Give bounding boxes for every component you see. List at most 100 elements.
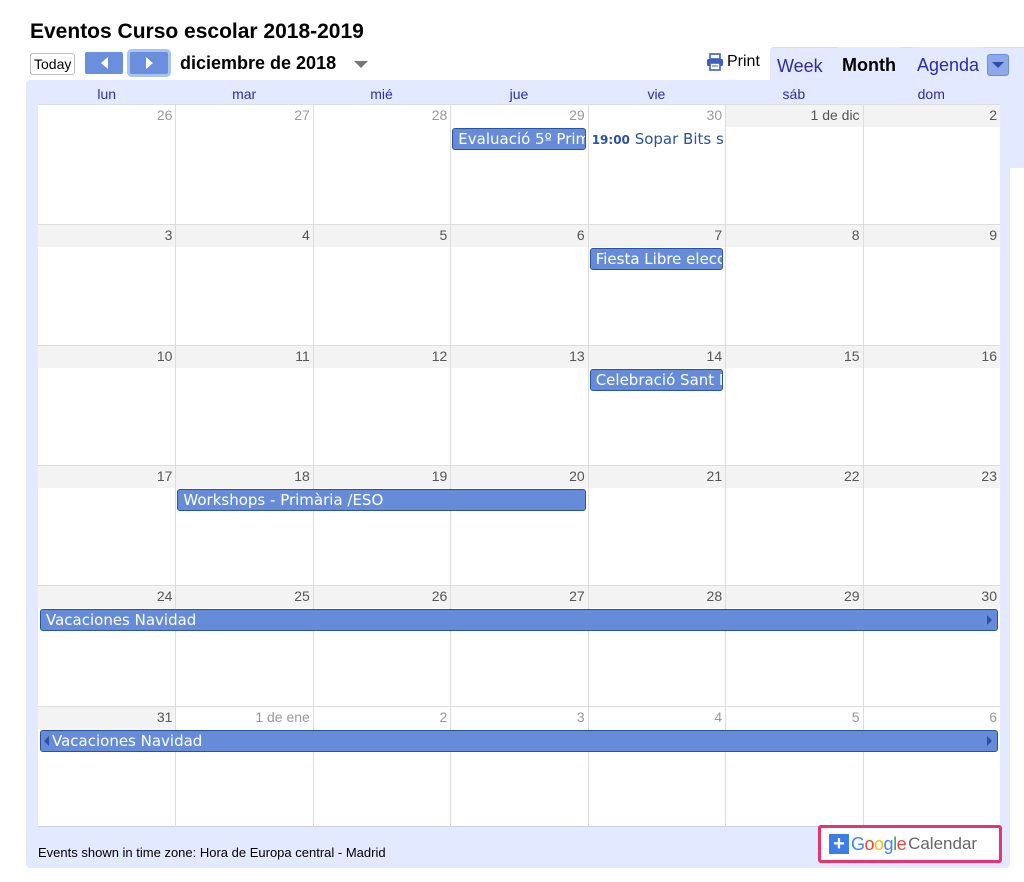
day-cell[interactable]: 29 [725, 586, 863, 707]
day-number[interactable]: 8 [852, 227, 860, 243]
day-number[interactable]: 21 [707, 468, 723, 484]
day-cell[interactable]: 5 [312, 225, 451, 346]
prev-period-button[interactable] [85, 52, 123, 74]
day-cell[interactable]: 2 [862, 105, 1000, 225]
day-cell[interactable]: 9 [862, 225, 1000, 346]
day-cell[interactable]: 28 [312, 105, 451, 225]
day-number[interactable]: 10 [157, 348, 173, 364]
day-cell[interactable]: 22 [725, 465, 863, 586]
day-cell[interactable]: 31 [38, 706, 176, 827]
day-cell[interactable]: 1 de ene [175, 706, 313, 827]
day-cell[interactable]: 25 [175, 586, 313, 707]
day-number[interactable]: 16 [981, 348, 997, 364]
day-cell[interactable]: 16 [862, 345, 1000, 466]
day-number[interactable]: 3 [165, 227, 173, 243]
day-number[interactable]: 7 [714, 227, 722, 243]
day-cell[interactable]: 4 [587, 706, 726, 827]
day-cell[interactable]: 26 [38, 105, 176, 225]
day-number[interactable]: 5 [439, 227, 447, 243]
day-number[interactable]: 29 [844, 588, 860, 604]
event-chip[interactable]: Evaluació 5º Primària [452, 128, 586, 150]
day-cell[interactable]: 7 [587, 225, 726, 346]
day-number[interactable]: 6 [577, 227, 585, 243]
day-number[interactable]: 3 [577, 709, 585, 725]
day-cell[interactable]: 19 [312, 465, 451, 586]
day-number[interactable]: 15 [844, 348, 860, 364]
day-number[interactable]: 5 [852, 709, 860, 725]
day-cell[interactable]: 28 [587, 586, 726, 707]
day-cell[interactable]: 27 [450, 586, 588, 707]
day-number[interactable]: 27 [569, 588, 585, 604]
day-number[interactable]: 14 [707, 348, 723, 364]
day-cell[interactable]: 11 [175, 345, 313, 466]
next-period-button[interactable] [130, 52, 168, 74]
day-number[interactable]: 12 [432, 348, 448, 364]
day-number[interactable]: 28 [432, 107, 448, 123]
day-number[interactable]: 26 [432, 588, 448, 604]
event-chip[interactable]: Workshops - Primària /ESO [177, 488, 586, 511]
day-number[interactable]: 22 [844, 468, 860, 484]
day-cell[interactable]: 8 [725, 225, 863, 346]
day-cell[interactable]: 29 [450, 105, 588, 225]
day-cell[interactable]: 30 [862, 586, 1000, 707]
day-cell[interactable]: 23 [862, 465, 1000, 586]
day-number[interactable]: 13 [569, 348, 585, 364]
day-number[interactable]: 9 [989, 227, 997, 243]
day-cell[interactable]: 15 [725, 345, 863, 466]
timed-event[interactable]: 19:00 Sopar Bits solidaris [592, 130, 723, 148]
day-number[interactable]: 19 [432, 468, 448, 484]
day-number[interactable]: 26 [157, 107, 173, 123]
day-number[interactable]: 31 [157, 709, 173, 725]
day-number[interactable]: 30 [707, 107, 723, 123]
day-cell[interactable]: 18 [175, 465, 313, 586]
event-chip[interactable]: Fiesta Libre elección [589, 248, 724, 271]
day-cell[interactable]: 30 [587, 105, 726, 225]
event-chip[interactable]: Vacaciones Navidad [40, 729, 998, 752]
day-cell[interactable]: 27 [175, 105, 313, 225]
day-cell[interactable]: 24 [38, 586, 176, 706]
view-options-dropdown[interactable] [987, 54, 1009, 76]
day-cell[interactable]: 4 [175, 225, 313, 346]
day-number[interactable]: 24 [157, 588, 173, 604]
day-number[interactable]: 2 [439, 709, 447, 725]
event-chip[interactable]: Vacaciones Navidad [40, 609, 998, 632]
day-number[interactable]: 30 [981, 588, 997, 604]
day-cell[interactable]: 5 [725, 706, 863, 827]
day-number[interactable]: 23 [981, 468, 997, 484]
day-cell[interactable]: 3 [38, 225, 176, 345]
day-cell[interactable]: 12 [312, 345, 451, 466]
print-button[interactable]: Print [705, 52, 760, 72]
day-cell[interactable]: 14 [587, 345, 726, 466]
day-cell[interactable]: 3 [450, 706, 588, 827]
day-number[interactable]: 28 [707, 588, 723, 604]
day-number[interactable]: 18 [294, 468, 310, 484]
day-cell[interactable]: 20 [450, 465, 588, 586]
day-cell[interactable]: 6 [862, 706, 1000, 827]
day-number[interactable]: 6 [989, 709, 997, 725]
date-picker-dropdown-icon[interactable] [354, 61, 368, 68]
tab-agenda[interactable]: Agenda [910, 47, 987, 81]
day-number[interactable]: 1 de dic [811, 107, 860, 123]
today-button[interactable]: Today [30, 53, 76, 75]
day-cell[interactable]: 13 [450, 345, 588, 466]
day-cell[interactable]: 2 [312, 706, 451, 827]
tab-month[interactable]: Month [835, 47, 903, 81]
day-number[interactable]: 27 [294, 107, 310, 123]
day-number[interactable]: 1 de ene [255, 709, 310, 725]
event-chip[interactable]: Celebració Sant Nicolau [589, 368, 724, 391]
day-cell[interactable]: 17 [38, 465, 176, 586]
day-cell[interactable]: 26 [312, 586, 451, 707]
add-to-google-calendar-button[interactable]: + Google Calendar [818, 825, 1002, 863]
day-cell[interactable]: 10 [38, 345, 176, 466]
day-number[interactable]: 4 [302, 227, 310, 243]
day-number[interactable]: 2 [989, 107, 997, 123]
day-cell[interactable]: 6 [450, 225, 588, 346]
day-number[interactable]: 25 [294, 588, 310, 604]
day-number[interactable]: 29 [569, 107, 585, 123]
day-number[interactable]: 4 [714, 709, 722, 725]
day-number[interactable]: 20 [569, 468, 585, 484]
day-number[interactable]: 11 [295, 348, 310, 364]
day-cell[interactable]: 1 de dic [725, 105, 863, 225]
day-cell[interactable]: 21 [587, 465, 726, 586]
day-number[interactable]: 17 [157, 468, 173, 484]
